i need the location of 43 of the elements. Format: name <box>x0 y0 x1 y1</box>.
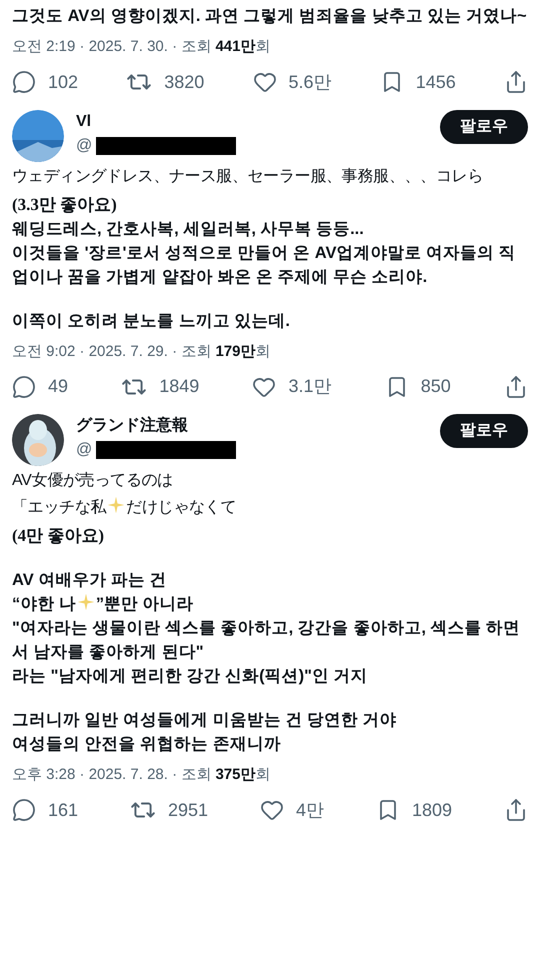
post-meta: 오전 9:02 · 2025. 7. 29. · 조회 179만회 <box>12 342 272 362</box>
author-name: Vl <box>76 112 92 132</box>
translated-text: 여성들의 안전을 위협하는 존재니까 <box>12 734 282 755</box>
repost-button[interactable]: 2951 <box>130 796 208 824</box>
translated-text: 이쪽이 오히려 분노를 느끼고 있는데. <box>12 310 291 332</box>
translated-text: "여자라는 생물이란 섹스를 좋아하고, 강간을 좋아하고, 섹스를 하면서 남자를 좋아하게 된다" <box>12 618 522 663</box>
reply-button[interactable]: 161 <box>12 796 78 824</box>
heart-icon <box>252 70 276 94</box>
repost-button[interactable]: 3820 <box>126 68 204 96</box>
post-meta: 오전 2:19 · 2025. 7. 30. · 조회 441만회 <box>12 37 272 57</box>
speech-bubble-icon <box>12 374 36 398</box>
translated-text: 그것도 AV의 영향이겠지. 과연 그렇게 범죄율을 낮추고 있는 거였나~ <box>12 6 528 27</box>
post-meta: 오후 3:28 · 2025. 7. 28. · 조회 375만회 <box>12 765 272 785</box>
likes-note: (3.3만 좋아요) <box>12 194 118 216</box>
translated-text: 라는 "남자에게 편리한 강간 신화(픽션)"인 거지 <box>12 666 369 687</box>
like-button[interactable]: 5.6만 <box>252 68 332 96</box>
reply-button[interactable]: 102 <box>12 68 78 96</box>
author-handle: @ <box>76 440 92 460</box>
sparkle-icon <box>76 593 95 611</box>
author-handle: @ <box>76 136 92 156</box>
translated-text: 웨딩드레스, 간호사복, 세일러복, 사무복 등등... <box>12 218 365 240</box>
translated-text: 그러니까 일반 여성들에게 미움받는 건 당연한 거야 <box>12 710 398 731</box>
likes-note: (4만 좋아요) <box>12 525 106 547</box>
follow-button[interactable]: 팔로우 <box>440 414 528 448</box>
heart-icon <box>260 798 284 822</box>
bookmark-button[interactable]: 1456 <box>380 68 456 96</box>
speech-bubble-icon <box>12 798 36 822</box>
author-name: グランド注意報 <box>76 415 189 436</box>
original-text: AV女優が売ってるのは <box>12 470 174 491</box>
repost-button[interactable]: 1849 <box>121 373 200 400</box>
sparkle-icon <box>107 496 126 514</box>
original-text: ウェディングドレス、ナース服、セーラー服、事務服、、、コレら <box>12 166 484 186</box>
follow-button[interactable]: 팔로우 <box>440 110 528 144</box>
translated-text: 이것들을 '장르'로서 성적으로 만들어 온 AV업계야말로 여자들의 직업이나 꿈을 가볍게 얕잡아 봐온 온 주제에 무슨 소리야. <box>12 242 517 288</box>
original-text: 「エッチな私 だけじゃなくて <box>12 495 528 520</box>
like-button[interactable]: 3.1만 <box>252 373 332 400</box>
speech-bubble-icon <box>12 70 36 94</box>
like-button[interactable]: 4만 <box>260 796 324 824</box>
translated-text: AV 여배우가 파는 건 <box>12 570 168 591</box>
reply-button[interactable]: 49 <box>12 373 68 400</box>
bookmark-button[interactable]: 850 <box>384 373 451 400</box>
translated-text: “야한 나 ”뿐만 아니라 <box>12 592 195 615</box>
bookmark-button[interactable]: 1809 <box>376 796 452 824</box>
